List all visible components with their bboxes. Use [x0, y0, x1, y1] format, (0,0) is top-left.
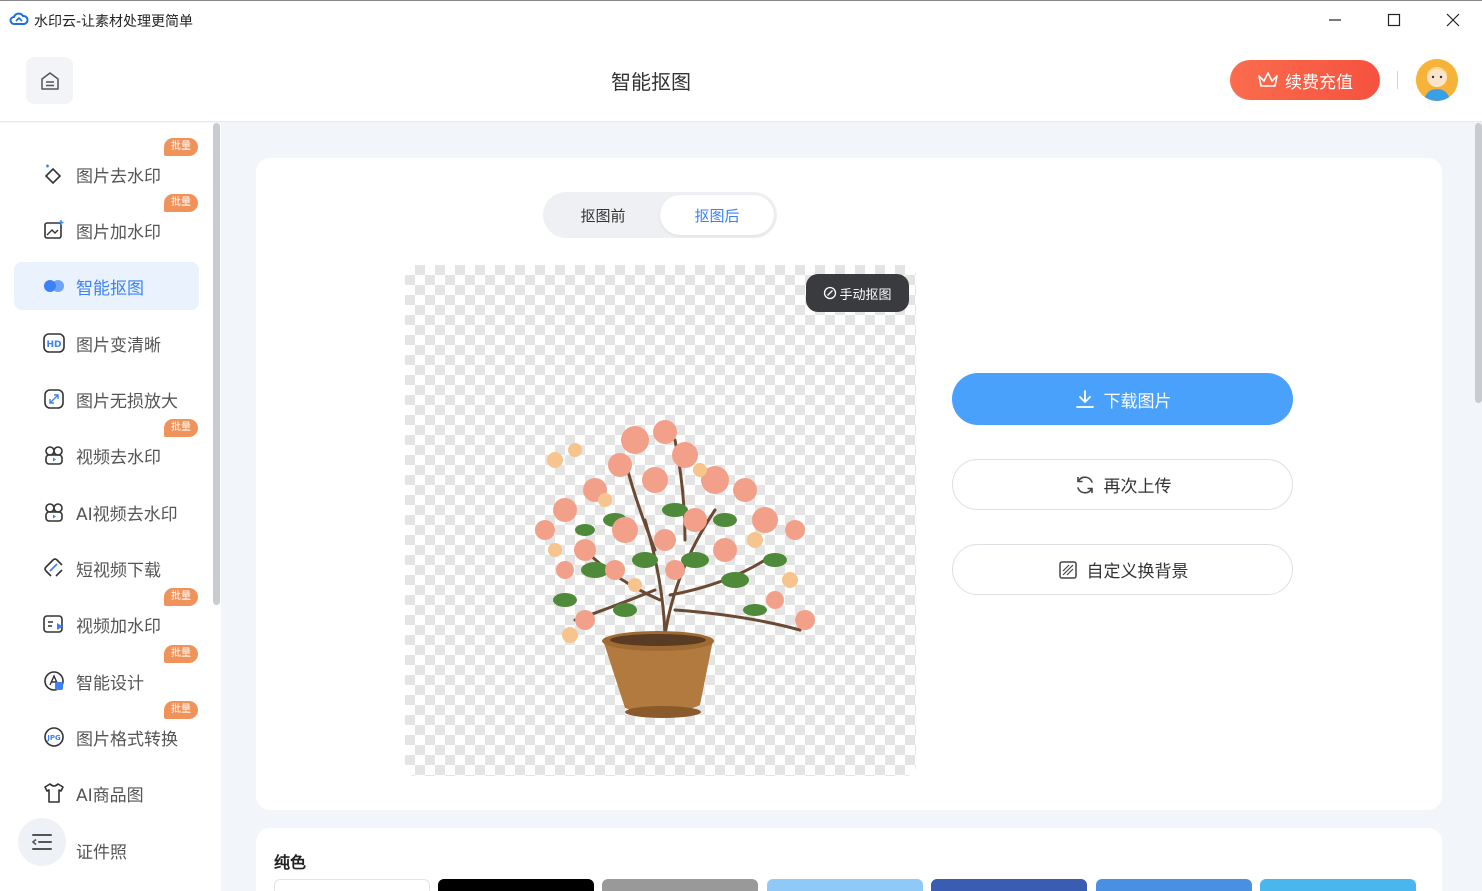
sidebar-item-smart-cutout[interactable]: 智能抠图 [14, 262, 199, 310]
sidebar-item-label: 图片无损放大 [76, 391, 178, 412]
sidebar-item-label: 图片去水印 [76, 166, 161, 187]
cutout-icon [42, 274, 66, 298]
header-divider [1397, 71, 1398, 89]
color-swatch-sky-blue[interactable] [1260, 879, 1416, 891]
color-swatch-white[interactable] [274, 879, 430, 891]
manual-cutout-label: 手动抠图 [839, 287, 892, 303]
cutout-result-image [535, 420, 815, 718]
sidebar-item-label: 视频加水印 [76, 616, 161, 637]
menu-collapse-icon [31, 834, 52, 850]
sidebar-item-label: AI商品图 [76, 785, 144, 806]
color-swatch-gray[interactable] [602, 879, 758, 891]
enlarge-icon [42, 387, 66, 411]
app-header: 智能抠图 续费充值 [0, 38, 1482, 122]
color-swatch-black[interactable] [438, 879, 594, 891]
before-after-toggle: 抠图前 抠图后 [543, 192, 777, 238]
custom-background-button[interactable]: 自定义换背景 [952, 544, 1293, 595]
jpg-icon: JPG [42, 725, 66, 749]
svg-text:HD: HD [46, 340, 61, 350]
result-canvas: 手动抠图 [405, 265, 916, 776]
shirt-icon [42, 781, 66, 805]
sidebar-scrollbar[interactable] [213, 123, 220, 605]
sidebar-item-label: 证件照 [76, 842, 127, 863]
main-scrollbar[interactable] [1475, 123, 1482, 403]
magic-brush-icon [824, 286, 837, 300]
solid-color-title: 纯色 [274, 853, 307, 872]
page-title: 智能抠图 [611, 70, 691, 94]
sidebar-item-ai-video-watermark-remove[interactable]: AI视频去水印 [14, 488, 199, 536]
avatar[interactable] [1416, 59, 1458, 101]
sidebar: 图片去水印 批量 图片加水印 批量 智能抠图 HD 图片变清晰 图片无损放大 视… [0, 123, 221, 891]
manual-cutout-button[interactable]: 手动抠图 [806, 274, 909, 312]
sidebar-item-label: AI视频去水印 [76, 504, 178, 525]
tab-after-cutout[interactable]: 抠图后 [660, 195, 774, 235]
sidebar-item-image-enlarge[interactable]: 图片无损放大 [14, 375, 199, 423]
window-title: 水印云-让素材处理更简单 [34, 14, 194, 30]
reupload-label: 再次上传 [1103, 477, 1172, 497]
title-bar: 水印云-让素材处理更简单 [0, 0, 1482, 38]
batch-badge: 批量 [164, 588, 198, 606]
batch-badge: 批量 [164, 194, 198, 212]
sidebar-item-ai-product-image[interactable]: AI商品图 [14, 769, 199, 817]
design-icon [42, 669, 66, 693]
sidebar-item-label: 智能抠图 [76, 278, 144, 299]
color-swatch-light-blue[interactable] [767, 879, 923, 891]
background-color-panel: 纯色 [256, 828, 1442, 891]
sidebar-item-video-watermark-add[interactable]: 视频加水印 批量 [14, 588, 199, 648]
maximize-button[interactable] [1365, 1, 1423, 39]
link-download-icon [42, 556, 66, 580]
ai-video-icon [42, 500, 66, 524]
video-add-icon [42, 612, 66, 636]
batch-badge: 批量 [164, 701, 198, 719]
close-button[interactable] [1424, 1, 1482, 39]
edit-background-icon [1058, 560, 1077, 579]
collapse-sidebar-button[interactable] [18, 818, 66, 866]
tab-before-cutout[interactable]: 抠图前 [546, 195, 660, 235]
sidebar-item-video-watermark-remove[interactable]: 视频去水印 批量 [14, 419, 199, 479]
minimize-icon [1329, 19, 1341, 21]
hd-icon: HD [42, 331, 66, 355]
sidebar-item-image-sharpen[interactable]: HD 图片变清晰 [14, 319, 199, 367]
sidebar-item-label: 图片格式转换 [76, 729, 178, 750]
sidebar-item-label: 短视频下载 [76, 560, 161, 581]
sidebar-item-image-watermark-add[interactable]: 图片加水印 批量 [14, 194, 199, 254]
sidebar-item-label: 智能设计 [76, 673, 144, 694]
sidebar-item-image-format-convert[interactable]: JPG 图片格式转换 批量 [14, 701, 199, 761]
recharge-label: 续费充值 [1285, 72, 1353, 93]
maximize-icon [1387, 13, 1401, 27]
avatar-icon [1416, 59, 1458, 101]
image-add-icon [42, 218, 66, 242]
sidebar-item-label: 图片加水印 [76, 222, 161, 243]
svg-text:JPG: JPG [46, 734, 61, 742]
video-eraser-icon [42, 443, 66, 467]
cutout-panel: 抠图前 抠图后 手动抠图 下载图片 再次上传 自定义换背景 [256, 158, 1442, 810]
sidebar-item-smart-design[interactable]: 智能设计 批量 [14, 645, 199, 705]
close-icon [1446, 13, 1460, 27]
sidebar-item-image-watermark-remove[interactable]: 图片去水印 批量 [14, 138, 199, 198]
recharge-button[interactable]: 续费充值 [1230, 60, 1380, 100]
download-label: 下载图片 [1103, 391, 1172, 412]
batch-badge: 批量 [164, 138, 198, 156]
cloud-logo-icon [9, 12, 29, 25]
refresh-icon [1076, 475, 1093, 494]
sidebar-item-label: 视频去水印 [76, 447, 161, 468]
eraser-icon [42, 162, 66, 186]
custom-background-label: 自定义换背景 [1086, 562, 1189, 582]
download-icon [1075, 390, 1094, 408]
crown-icon [1258, 72, 1278, 87]
batch-badge: 批量 [164, 645, 198, 663]
reupload-button[interactable]: 再次上传 [952, 459, 1293, 510]
batch-badge: 批量 [164, 419, 198, 437]
color-swatch-blue[interactable] [1096, 879, 1252, 891]
download-image-button[interactable]: 下载图片 [952, 373, 1293, 425]
minimize-button[interactable] [1306, 1, 1364, 39]
sidebar-item-label: 图片变清晰 [76, 335, 161, 356]
color-swatch-dark-blue[interactable] [931, 879, 1087, 891]
sidebar-item-short-video-download[interactable]: 短视频下载 [14, 544, 199, 592]
